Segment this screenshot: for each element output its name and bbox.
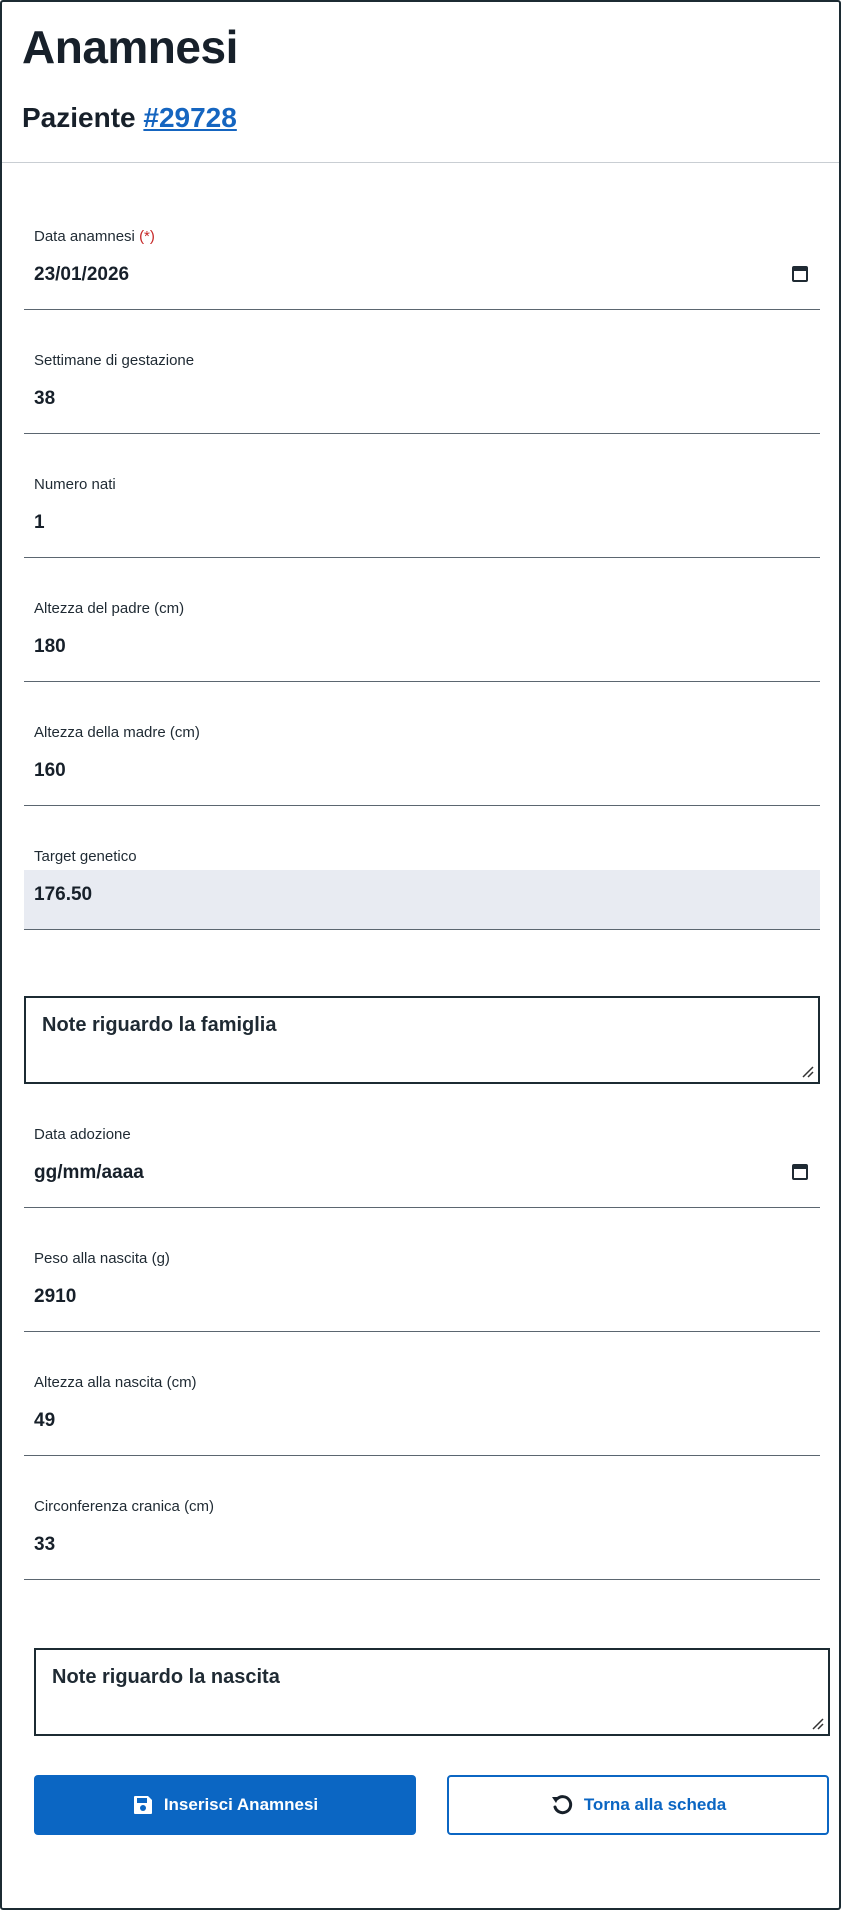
patient-id-link[interactable]: #29728 — [143, 102, 236, 133]
note-famiglia-textarea[interactable]: Note riguardo la famiglia — [24, 996, 820, 1084]
data-anamnesi-value[interactable]: 23/01/2026 — [34, 264, 129, 286]
calendar-icon[interactable] — [792, 1164, 808, 1180]
save-icon — [133, 1796, 152, 1814]
field-underline — [24, 929, 820, 930]
circonferenza-cranica-value[interactable]: 33 — [34, 1534, 55, 1556]
data-anamnesi-field[interactable]: Data anamnesi (*) 23/01/2026 — [24, 228, 820, 310]
data-anamnesi-label: Data anamnesi (*) — [34, 228, 155, 245]
note-nascita-textarea[interactable]: Note riguardo la nascita — [34, 1648, 830, 1736]
circonferenza-cranica-field[interactable]: Circonferenza cranica (cm) 33 — [24, 1498, 820, 1580]
readonly-background — [24, 870, 820, 930]
back-to-record-button[interactable]: Torna alla scheda — [447, 1775, 829, 1835]
field-underline — [24, 309, 820, 310]
field-underline — [24, 1331, 820, 1332]
peso-nascita-field[interactable]: Peso alla nascita (g) 2910 — [24, 1250, 820, 1332]
field-underline — [24, 433, 820, 434]
circonferenza-cranica-label: Circonferenza cranica (cm) — [34, 1498, 215, 1515]
target-genetico-field: Target genetico 176.50 — [24, 848, 820, 930]
settimane-gestazione-value[interactable]: 38 — [34, 388, 55, 410]
altezza-madre-value[interactable]: 160 — [34, 760, 66, 782]
data-adozione-value[interactable]: gg/mm/aaaa — [34, 1162, 144, 1184]
patient-prefix: Paziente — [22, 102, 136, 133]
peso-nascita-value[interactable]: 2910 — [34, 1286, 76, 1308]
settimane-gestazione-label: Settimane di gestazione — [34, 352, 195, 369]
data-adozione-label: Data adozione — [34, 1126, 131, 1143]
field-underline — [24, 1207, 820, 1208]
peso-nascita-label: Peso alla nascita (g) — [34, 1250, 170, 1267]
field-underline — [24, 557, 820, 558]
undo-icon — [551, 1795, 572, 1815]
altezza-padre-field[interactable]: Altezza del padre (cm) 180 — [24, 600, 820, 682]
altezza-nascita-label: Altezza alla nascita (cm) — [34, 1374, 197, 1391]
field-underline — [24, 805, 820, 806]
altezza-padre-label: Altezza del padre (cm) — [34, 600, 185, 617]
numero-nati-field[interactable]: Numero nati 1 — [24, 476, 820, 558]
patient-subtitle: Paziente #29728 — [22, 102, 237, 134]
resize-grip-icon[interactable] — [800, 1064, 814, 1078]
altezza-madre-label: Altezza della madre (cm) — [34, 724, 200, 741]
altezza-madre-field[interactable]: Altezza della madre (cm) 160 — [24, 724, 820, 806]
header-divider — [2, 162, 839, 163]
altezza-nascita-value[interactable]: 49 — [34, 1410, 55, 1432]
field-underline — [24, 1579, 820, 1580]
field-underline — [24, 1455, 820, 1456]
insert-anamnesi-button[interactable]: Inserisci Anamnesi — [34, 1775, 416, 1835]
required-mark: (*) — [139, 228, 155, 245]
page-title: Anamnesi — [22, 21, 238, 73]
numero-nati-value[interactable]: 1 — [34, 512, 45, 534]
settimane-gestazione-field[interactable]: Settimane di gestazione 38 — [24, 352, 820, 434]
altezza-padre-value[interactable]: 180 — [34, 636, 66, 658]
calendar-icon[interactable] — [792, 266, 808, 282]
target-genetico-label: Target genetico — [34, 848, 137, 865]
note-nascita-placeholder: Note riguardo la nascita — [52, 1666, 280, 1688]
back-to-record-label: Torna alla scheda — [583, 1795, 727, 1814]
data-adozione-field[interactable]: Data adozione gg/mm/aaaa — [24, 1126, 820, 1208]
resize-grip-icon[interactable] — [810, 1716, 824, 1730]
numero-nati-label: Numero nati — [34, 476, 116, 493]
note-famiglia-placeholder: Note riguardo la famiglia — [42, 1014, 277, 1036]
altezza-nascita-field[interactable]: Altezza alla nascita (cm) 49 — [24, 1374, 820, 1456]
field-underline — [24, 681, 820, 682]
target-genetico-value: 176.50 — [34, 884, 93, 905]
insert-anamnesi-label: Inserisci Anamnesi — [163, 1795, 319, 1814]
